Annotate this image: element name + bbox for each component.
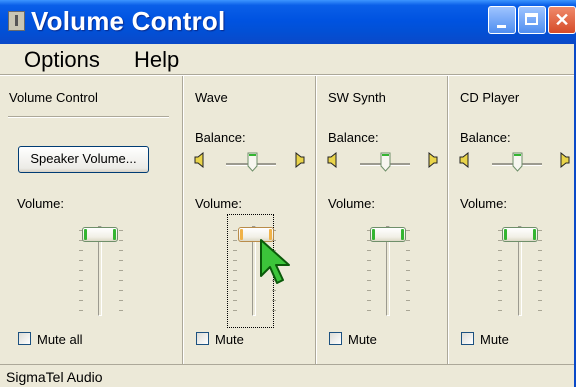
master-volume-column: Volume Control — [0, 76, 182, 364]
minimize-icon — [489, 7, 515, 33]
status-bar: SigmaTel Audio — [0, 364, 576, 387]
balance-slider-thumb[interactable] — [247, 152, 258, 172]
header-divider — [8, 116, 169, 118]
mouse-pointer-icon — [260, 239, 290, 284]
maximize-icon — [519, 7, 545, 33]
column-title-wave: Wave — [195, 90, 228, 105]
speaker-left-icon — [327, 152, 337, 168]
column-title-cd-player: CD Player — [460, 90, 520, 105]
column-separator — [182, 76, 184, 364]
close-button[interactable]: ✕ — [548, 6, 576, 34]
mute-checkbox[interactable] — [329, 332, 342, 345]
maximize-button[interactable] — [518, 6, 546, 34]
speaker-left-icon — [194, 152, 204, 168]
title-bar[interactable]: Volume Control ✕ — [0, 0, 576, 44]
column-title: Volume Control — [9, 90, 98, 105]
mute-all-label: Mute all — [37, 332, 83, 347]
mute-checkbox[interactable] — [196, 332, 209, 345]
speaker-right-icon — [428, 152, 438, 168]
minimize-button[interactable] — [488, 6, 516, 34]
balance-label: Balance: — [460, 130, 511, 145]
speaker-right-icon — [295, 152, 305, 168]
mute-all-checkbox[interactable] — [18, 332, 31, 345]
volume-ticks — [233, 230, 237, 311]
volume-ticks — [538, 230, 542, 311]
close-icon: ✕ — [554, 10, 570, 30]
menu-bar: Options Help — [0, 44, 576, 74]
speaker-left-icon — [459, 152, 469, 168]
mute-checkbox[interactable] — [461, 332, 474, 345]
volume-label: Volume: — [328, 196, 375, 211]
volume-label: Volume: — [460, 196, 507, 211]
column-separator — [315, 76, 317, 364]
balance-slider-thumb[interactable] — [380, 152, 391, 172]
balance-label: Balance: — [328, 130, 379, 145]
menu-options[interactable]: Options — [24, 47, 100, 73]
balance-slider-thumb[interactable] — [512, 152, 523, 172]
speaker-right-icon — [560, 152, 570, 168]
volume-app-icon[interactable] — [8, 11, 25, 31]
balance-label: Balance: — [195, 130, 246, 145]
volume-slider-thumb[interactable] — [502, 227, 538, 242]
speaker-volume-button[interactable]: Speaker Volume... — [18, 146, 149, 173]
volume-slider-thumb[interactable] — [82, 227, 118, 242]
column-separator — [447, 76, 449, 364]
mute-label: Mute — [480, 332, 509, 347]
volume-ticks — [498, 230, 502, 311]
volume-ticks — [119, 230, 123, 311]
speaker-volume-label: Speaker Volume... — [30, 151, 137, 166]
mute-label: Mute — [215, 332, 244, 347]
column-title-sw-synth: SW Synth — [328, 90, 386, 105]
window-title: Volume Control — [31, 6, 226, 36]
volume-ticks — [367, 230, 371, 311]
menu-help[interactable]: Help — [134, 47, 179, 73]
volume-ticks — [79, 230, 83, 311]
volume-slider-thumb[interactable] — [370, 227, 406, 242]
status-text: SigmaTel Audio — [6, 369, 103, 385]
volume-label: Volume: — [17, 196, 64, 211]
volume-ticks — [406, 230, 410, 311]
mute-label: Mute — [348, 332, 377, 347]
volume-label: Volume: — [195, 196, 242, 211]
